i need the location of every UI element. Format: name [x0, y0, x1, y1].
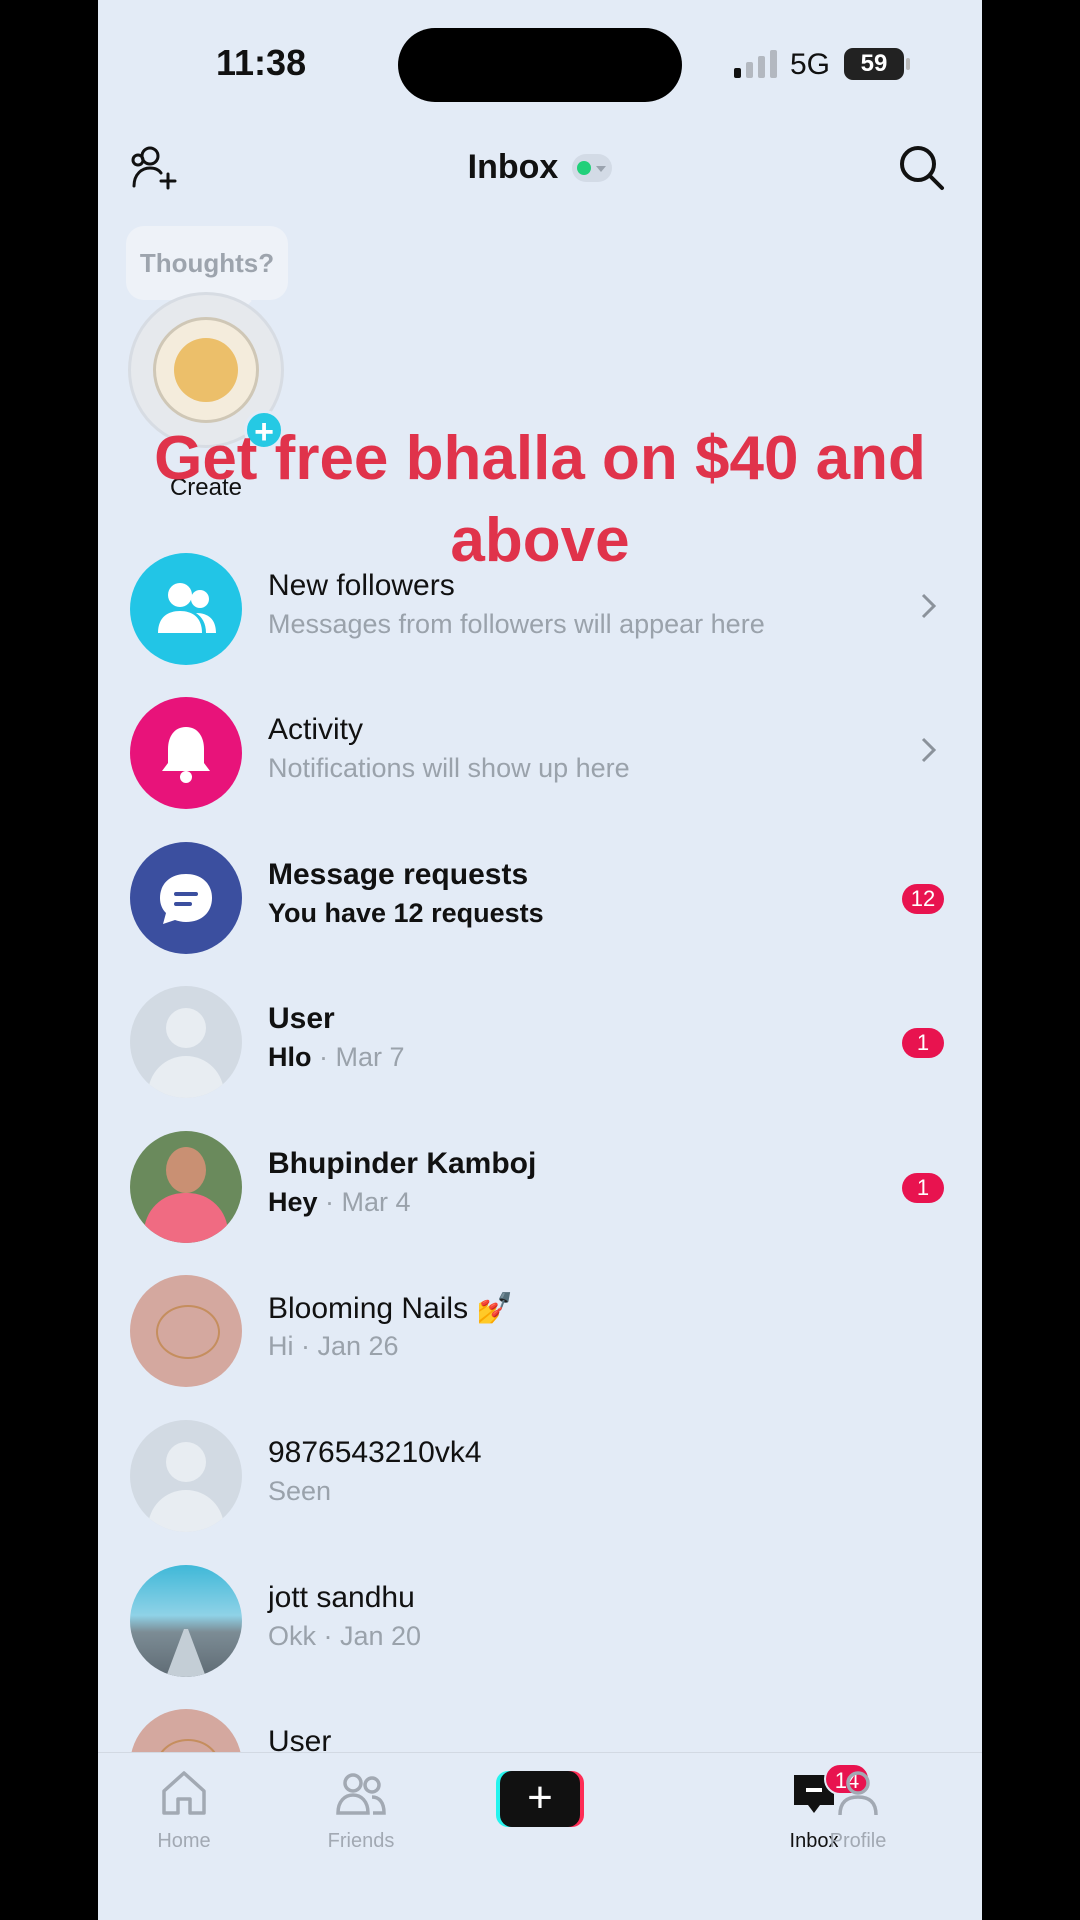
- default-avatar: [130, 986, 242, 1098]
- activity-row[interactable]: Activity Notifications will show up here: [98, 697, 982, 817]
- conversation-name: User: [268, 1002, 335, 1035]
- conversation-preview: Hey · Mar 4: [268, 1187, 411, 1218]
- chevron-right-icon: [921, 593, 937, 619]
- conversation-row[interactable]: jott sandhu Okk · Jan 20: [98, 1565, 982, 1685]
- caret-down-icon: [596, 165, 607, 172]
- create-post-button[interactable]: +: [496, 1771, 584, 1827]
- promo-banner-text: Get free bhalla on $40 and above: [154, 424, 926, 575]
- preview-meta: Okk · Jan 20: [268, 1621, 422, 1651]
- preview-meta: Seen: [268, 1476, 332, 1506]
- conversation-name: jott sandhu: [268, 1581, 415, 1614]
- search-icon[interactable]: [898, 144, 946, 192]
- page-title[interactable]: Inbox: [98, 148, 982, 187]
- chevron-right-icon: [921, 737, 937, 763]
- unread-badge: 1: [902, 1173, 944, 1203]
- conversation-row[interactable]: Bhupinder Kamboj Hey · Mar 4 1: [98, 1131, 982, 1251]
- friends-icon: [336, 1773, 386, 1815]
- unread-badge: 12: [902, 884, 944, 914]
- row-subtitle: Notifications will show up here: [268, 753, 630, 783]
- row-title: Activity: [268, 713, 364, 746]
- message-requests-row[interactable]: Message requests You have 12 requests 12: [98, 842, 982, 962]
- conversation-name: Blooming Nails 💅: [268, 1292, 514, 1325]
- row-title: Message requests: [268, 858, 529, 891]
- nav-label: Home: [157, 1830, 211, 1852]
- home-icon: [162, 1771, 206, 1815]
- nav-label: Profile: [829, 1830, 887, 1852]
- thoughts-bubble[interactable]: Thoughts?: [126, 226, 288, 300]
- activity-avatar: [130, 697, 242, 809]
- plus-icon: +: [500, 1771, 580, 1827]
- status-selector[interactable]: [572, 153, 613, 182]
- preview-meta: Hi · Jan 26: [268, 1331, 399, 1361]
- inbox-title: Inbox: [467, 148, 559, 186]
- conversation-preview: Hlo · Mar 7: [268, 1042, 405, 1073]
- preview-text: Hey: [268, 1187, 318, 1217]
- conversation-row[interactable]: Blooming Nails 💅 Hi · Jan 26: [98, 1275, 982, 1395]
- nav-friends[interactable]: Friends: [291, 1767, 431, 1853]
- unread-badge: 1: [902, 1028, 944, 1058]
- row-subtitle: Messages from followers will appear here: [268, 609, 765, 639]
- profile-photo-avatar: [130, 1131, 242, 1243]
- blooming-nails-avatar: [130, 1275, 242, 1387]
- status-time: 11:38: [216, 42, 307, 83]
- conversation-row[interactable]: 9876543210vk4 Seen: [98, 1420, 982, 1540]
- chat-house-logo: [153, 317, 259, 423]
- bell-icon: [162, 727, 210, 783]
- profile-icon: [838, 1771, 878, 1816]
- battery-icon: 59: [844, 48, 910, 80]
- online-status-dot: [577, 160, 592, 175]
- nav-label: Friends: [327, 1830, 395, 1852]
- conversation-name: 9876543210vk4: [268, 1436, 482, 1469]
- default-avatar: [130, 1420, 242, 1532]
- nav-home[interactable]: Home: [114, 1767, 254, 1853]
- signal-icon: [734, 50, 777, 78]
- bottom-nav: Home Friends + 14 Inbox Profile: [98, 1752, 982, 1920]
- nav-profile[interactable]: Profile: [788, 1767, 928, 1853]
- preview-meta: · Mar 7: [311, 1042, 405, 1072]
- chat-icon: [160, 874, 212, 924]
- network-type: 5G: [790, 48, 831, 81]
- preview-meta: · Mar 4: [317, 1187, 411, 1217]
- conversation-name: Bhupinder Kamboj: [268, 1147, 537, 1180]
- inbox-screen: 11:38 5G 59 Inbox Thoughts? + Create New…: [98, 0, 982, 1920]
- message-requests-avatar: [130, 842, 242, 954]
- preview-text: Hlo: [268, 1042, 312, 1072]
- conversation-row[interactable]: User Hlo · Mar 7 1: [98, 986, 982, 1106]
- road-photo-avatar: [130, 1565, 242, 1677]
- row-subtitle: You have 12 requests: [268, 898, 544, 928]
- dynamic-island: [398, 28, 682, 102]
